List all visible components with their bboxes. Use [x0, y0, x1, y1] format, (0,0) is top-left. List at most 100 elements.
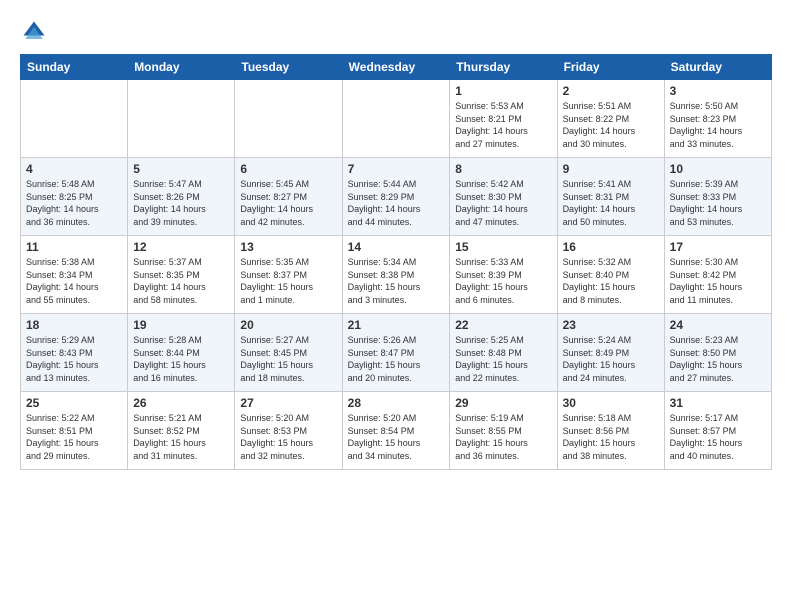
calendar-cell: 26 Sunrise: 5:21 AM Sunset: 8:52 PM Dayli… [128, 392, 235, 470]
calendar-cell [235, 80, 342, 158]
calendar-cell: 21 Sunrise: 5:26 AM Sunset: 8:47 PM Dayli… [342, 314, 450, 392]
calendar-week-row: 18 Sunrise: 5:29 AM Sunset: 8:43 PM Dayli… [21, 314, 772, 392]
day-info: Sunrise: 5:50 AM Sunset: 8:23 PM Dayligh… [670, 100, 766, 150]
day-info: Sunrise: 5:18 AM Sunset: 8:56 PM Dayligh… [563, 412, 659, 462]
day-number: 14 [348, 240, 445, 254]
day-info: Sunrise: 5:32 AM Sunset: 8:40 PM Dayligh… [563, 256, 659, 306]
day-number: 8 [455, 162, 551, 176]
logo [20, 18, 52, 46]
weekday-header-thursday: Thursday [450, 55, 557, 80]
day-number: 31 [670, 396, 766, 410]
day-number: 9 [563, 162, 659, 176]
weekday-header-row: SundayMondayTuesdayWednesdayThursdayFrid… [21, 55, 772, 80]
calendar-cell: 16 Sunrise: 5:32 AM Sunset: 8:40 PM Dayli… [557, 236, 664, 314]
day-number: 25 [26, 396, 122, 410]
calendar-cell: 27 Sunrise: 5:20 AM Sunset: 8:53 PM Dayli… [235, 392, 342, 470]
day-number: 12 [133, 240, 229, 254]
calendar-cell: 28 Sunrise: 5:20 AM Sunset: 8:54 PM Dayli… [342, 392, 450, 470]
calendar-cell: 1 Sunrise: 5:53 AM Sunset: 8:21 PM Daylig… [450, 80, 557, 158]
calendar-cell: 18 Sunrise: 5:29 AM Sunset: 8:43 PM Dayli… [21, 314, 128, 392]
day-info: Sunrise: 5:41 AM Sunset: 8:31 PM Dayligh… [563, 178, 659, 228]
calendar-cell: 5 Sunrise: 5:47 AM Sunset: 8:26 PM Daylig… [128, 158, 235, 236]
day-number: 1 [455, 84, 551, 98]
calendar-cell: 17 Sunrise: 5:30 AM Sunset: 8:42 PM Dayli… [664, 236, 771, 314]
calendar-table: SundayMondayTuesdayWednesdayThursdayFrid… [20, 54, 772, 470]
day-info: Sunrise: 5:21 AM Sunset: 8:52 PM Dayligh… [133, 412, 229, 462]
calendar-week-row: 11 Sunrise: 5:38 AM Sunset: 8:34 PM Dayli… [21, 236, 772, 314]
weekday-header-friday: Friday [557, 55, 664, 80]
calendar-cell: 13Sunrise: 5:35 AM Sunset: 8:37 PM Dayli… [235, 236, 342, 314]
day-info: Sunrise: 5:20 AM Sunset: 8:54 PM Dayligh… [348, 412, 445, 462]
calendar-cell: 14 Sunrise: 5:34 AM Sunset: 8:38 PM Dayli… [342, 236, 450, 314]
day-number: 10 [670, 162, 766, 176]
day-number: 2 [563, 84, 659, 98]
day-info: Sunrise: 5:53 AM Sunset: 8:21 PM Dayligh… [455, 100, 551, 150]
calendar-cell: 19Sunrise: 5:28 AM Sunset: 8:44 PM Dayli… [128, 314, 235, 392]
day-info: Sunrise: 5:45 AM Sunset: 8:27 PM Dayligh… [240, 178, 336, 228]
day-number: 19 [133, 318, 229, 332]
calendar-cell [342, 80, 450, 158]
day-number: 26 [133, 396, 229, 410]
calendar-week-row: 1 Sunrise: 5:53 AM Sunset: 8:21 PM Daylig… [21, 80, 772, 158]
day-number: 18 [26, 318, 122, 332]
day-info: Sunrise: 5:19 AM Sunset: 8:55 PM Dayligh… [455, 412, 551, 462]
day-number: 27 [240, 396, 336, 410]
day-number: 28 [348, 396, 445, 410]
day-info: Sunrise: 5:24 AM Sunset: 8:49 PM Dayligh… [563, 334, 659, 384]
logo-icon [20, 18, 48, 46]
day-number: 15 [455, 240, 551, 254]
day-info: Sunrise: 5:34 AM Sunset: 8:38 PM Dayligh… [348, 256, 445, 306]
day-number: 21 [348, 318, 445, 332]
day-number: 3 [670, 84, 766, 98]
day-info: Sunrise: 5:39 AM Sunset: 8:33 PM Dayligh… [670, 178, 766, 228]
day-info: Sunrise: 5:20 AM Sunset: 8:53 PM Dayligh… [240, 412, 336, 462]
page: SundayMondayTuesdayWednesdayThursdayFrid… [0, 0, 792, 612]
calendar-cell: 22Sunrise: 5:25 AM Sunset: 8:48 PM Dayli… [450, 314, 557, 392]
calendar-cell: 20 Sunrise: 5:27 AM Sunset: 8:45 PM Dayli… [235, 314, 342, 392]
day-info: Sunrise: 5:29 AM Sunset: 8:43 PM Dayligh… [26, 334, 122, 384]
calendar-cell [128, 80, 235, 158]
day-info: Sunrise: 5:22 AM Sunset: 8:51 PM Dayligh… [26, 412, 122, 462]
calendar-cell: 24Sunrise: 5:23 AM Sunset: 8:50 PM Dayli… [664, 314, 771, 392]
calendar-cell: 2 Sunrise: 5:51 AM Sunset: 8:22 PM Daylig… [557, 80, 664, 158]
day-number: 13 [240, 240, 336, 254]
calendar-cell: 30 Sunrise: 5:18 AM Sunset: 8:56 PM Dayli… [557, 392, 664, 470]
day-info: Sunrise: 5:30 AM Sunset: 8:42 PM Dayligh… [670, 256, 766, 306]
header [20, 18, 772, 46]
day-info: Sunrise: 5:27 AM Sunset: 8:45 PM Dayligh… [240, 334, 336, 384]
calendar-cell: 10 Sunrise: 5:39 AM Sunset: 8:33 PM Dayli… [664, 158, 771, 236]
day-number: 7 [348, 162, 445, 176]
day-info: Sunrise: 5:47 AM Sunset: 8:26 PM Dayligh… [133, 178, 229, 228]
day-info: Sunrise: 5:38 AM Sunset: 8:34 PM Dayligh… [26, 256, 122, 306]
day-info: Sunrise: 5:26 AM Sunset: 8:47 PM Dayligh… [348, 334, 445, 384]
day-number: 24 [670, 318, 766, 332]
day-number: 30 [563, 396, 659, 410]
day-number: 17 [670, 240, 766, 254]
day-number: 29 [455, 396, 551, 410]
calendar-week-row: 25 Sunrise: 5:22 AM Sunset: 8:51 PM Dayli… [21, 392, 772, 470]
weekday-header-tuesday: Tuesday [235, 55, 342, 80]
calendar-cell: 31 Sunrise: 5:17 AM Sunset: 8:57 PM Dayli… [664, 392, 771, 470]
day-number: 20 [240, 318, 336, 332]
calendar-cell: 6 Sunrise: 5:45 AM Sunset: 8:27 PM Daylig… [235, 158, 342, 236]
weekday-header-saturday: Saturday [664, 55, 771, 80]
day-info: Sunrise: 5:51 AM Sunset: 8:22 PM Dayligh… [563, 100, 659, 150]
day-number: 23 [563, 318, 659, 332]
day-info: Sunrise: 5:17 AM Sunset: 8:57 PM Dayligh… [670, 412, 766, 462]
calendar-cell: 4 Sunrise: 5:48 AM Sunset: 8:25 PM Daylig… [21, 158, 128, 236]
calendar-cell [21, 80, 128, 158]
day-number: 6 [240, 162, 336, 176]
day-number: 16 [563, 240, 659, 254]
day-info: Sunrise: 5:42 AM Sunset: 8:30 PM Dayligh… [455, 178, 551, 228]
day-number: 5 [133, 162, 229, 176]
weekday-header-sunday: Sunday [21, 55, 128, 80]
calendar-cell: 7Sunrise: 5:44 AM Sunset: 8:29 PM Daylig… [342, 158, 450, 236]
day-info: Sunrise: 5:48 AM Sunset: 8:25 PM Dayligh… [26, 178, 122, 228]
calendar-cell: 29 Sunrise: 5:19 AM Sunset: 8:55 PM Dayli… [450, 392, 557, 470]
day-number: 11 [26, 240, 122, 254]
weekday-header-monday: Monday [128, 55, 235, 80]
day-info: Sunrise: 5:37 AM Sunset: 8:35 PM Dayligh… [133, 256, 229, 306]
day-number: 4 [26, 162, 122, 176]
calendar-cell: 8 Sunrise: 5:42 AM Sunset: 8:30 PM Daylig… [450, 158, 557, 236]
calendar-cell: 9 Sunrise: 5:41 AM Sunset: 8:31 PM Daylig… [557, 158, 664, 236]
